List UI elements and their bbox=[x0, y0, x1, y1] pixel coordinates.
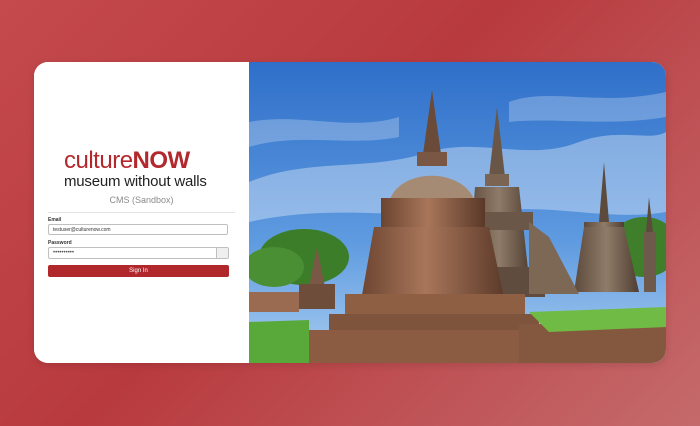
cms-subtitle: CMS (Sandbox) bbox=[109, 195, 174, 205]
sign-in-button[interactable]: Sign In bbox=[48, 265, 229, 277]
logo-now: NOW bbox=[132, 147, 191, 174]
hero-image bbox=[249, 62, 666, 363]
divider bbox=[48, 212, 235, 213]
email-label: Email bbox=[48, 217, 62, 223]
email-field[interactable]: testuser@culturenow.com bbox=[48, 224, 228, 235]
culturenow-logo: cultureNOW museum without walls bbox=[64, 147, 224, 190]
password-label: Password bbox=[48, 240, 72, 246]
password-group: •••••••••• bbox=[48, 247, 229, 259]
logo-culture: culture bbox=[64, 147, 133, 174]
password-field[interactable]: •••••••••• bbox=[48, 247, 216, 259]
login-panel: cultureNOW museum without walls CMS (San… bbox=[34, 62, 249, 363]
password-toggle-button[interactable] bbox=[216, 247, 229, 259]
logo-tagline: museum without walls bbox=[64, 173, 207, 190]
login-card: cultureNOW museum without walls CMS (San… bbox=[34, 62, 666, 363]
temple-photo bbox=[249, 62, 666, 363]
